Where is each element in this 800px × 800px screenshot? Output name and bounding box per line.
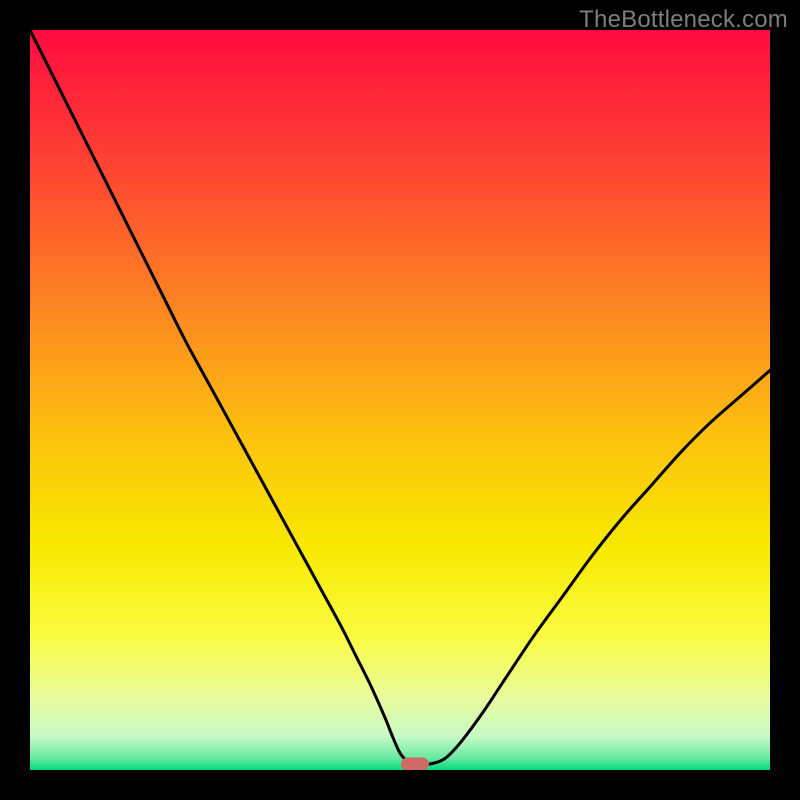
- bottleneck-curve: [30, 30, 770, 765]
- watermark-text: TheBottleneck.com: [579, 6, 788, 34]
- chart-frame: TheBottleneck.com: [0, 0, 800, 800]
- curve-layer: [30, 30, 770, 770]
- plot-area: [30, 30, 770, 770]
- optimal-point-marker: [401, 758, 429, 770]
